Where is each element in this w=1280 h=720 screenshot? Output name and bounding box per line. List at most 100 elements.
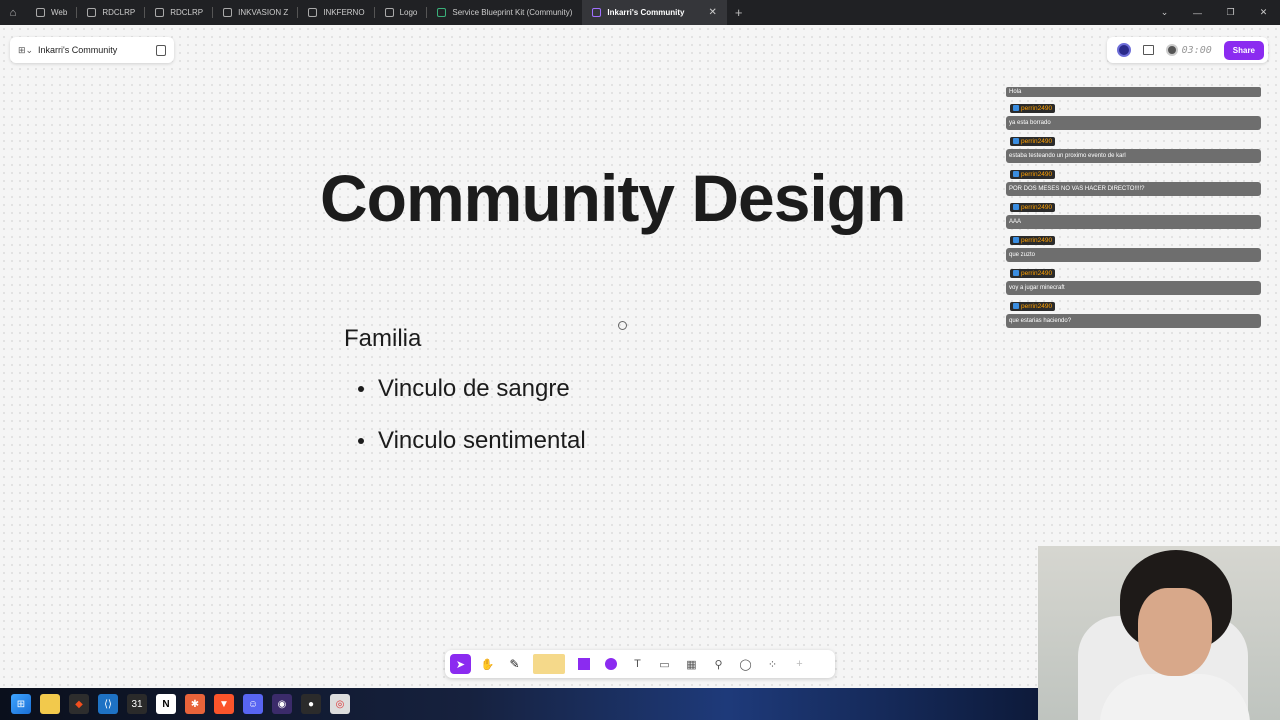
tab-label: INKFERNO [323, 8, 365, 17]
more-tools-icon[interactable]: ⁘ [762, 654, 783, 674]
file-menu: ⊞⌄ Inkarri's Community [10, 37, 174, 63]
figma-app-icon[interactable]: ◆ [69, 694, 89, 714]
section-tool-icon[interactable]: ▭ [654, 654, 675, 674]
minimize-icon[interactable]: — [1181, 0, 1214, 25]
chat-message: perrin2490 que estarias haciendo? [1006, 296, 1261, 328]
app-icon[interactable]: ✱ [185, 694, 205, 714]
chat-message: perrin2490 voy a jugar minecraft [1006, 263, 1261, 295]
webcam-feed [1038, 546, 1280, 720]
share-button[interactable]: Share [1223, 40, 1264, 60]
tab-label: INKVASION Z [238, 8, 289, 17]
chat-username: perrin2490 [1010, 136, 1056, 146]
chat-username: perrin2490 [1010, 103, 1056, 113]
chevron-down-icon[interactable]: ⌄ [1148, 0, 1181, 25]
file-explorer-icon[interactable] [40, 694, 60, 714]
bullet-icon [358, 386, 364, 392]
badge-icon [1013, 237, 1019, 243]
table-tool-icon[interactable]: ▦ [681, 654, 702, 674]
bullet-list: Vinculo de sangre Vinculo sentimental [344, 375, 586, 455]
file-name[interactable]: Inkarri's Community [38, 45, 150, 55]
chat-message: perrin2490 ya esta borrado [1006, 98, 1261, 130]
shape-tool-icon[interactable] [573, 654, 594, 674]
text-block[interactable]: Familia Vinculo de sangre Vinculo sentim… [344, 325, 586, 479]
tab-label: RDCLRP [102, 8, 136, 17]
timer-value: 03:00 [1181, 44, 1212, 56]
chat-username: perrin2490 [1010, 202, 1056, 212]
calendar-icon[interactable]: 31 [127, 694, 147, 714]
hand-tool-icon[interactable]: ✋ [477, 654, 498, 674]
chat-message: perrin2490 POR DOS MESES NO VAS HACER DIR… [1006, 164, 1261, 196]
chrome-icon[interactable]: ◎ [330, 694, 350, 714]
obs-secondary-icon[interactable]: ● [301, 694, 321, 714]
windows-start-icon[interactable]: ⊞ [11, 694, 31, 714]
figjam-toolbar: ➤ ✋ ✎ T ▭ ▦ ⚲ ◯ ⁘ + [445, 650, 835, 678]
move-tool-icon[interactable]: ➤ [450, 654, 471, 674]
stream-chat-overlay: Hola perrin2490 ya esta borrado perrin249… [1006, 87, 1261, 329]
tab-rdclrp-1[interactable]: RDCLRP [77, 0, 146, 25]
sticky-note-tool-icon[interactable] [531, 654, 567, 674]
tab-inkvasion-z[interactable]: INKVASION Z [213, 0, 299, 25]
comment-tool-icon[interactable]: ◯ [735, 654, 756, 674]
tab-inkarris-community[interactable]: Inkarri's Community ✕ [582, 0, 727, 25]
windows-taskbar: ⊞ ◆ ⟨⟩ 31 N ✱ ▼ ☺ ◉ ● ◎ [0, 688, 1038, 720]
list-item: Vinculo sentimental [358, 427, 586, 455]
figma-file-icon [87, 8, 97, 17]
notion-icon[interactable]: N [156, 694, 176, 714]
restore-icon[interactable]: ❐ [1214, 0, 1247, 25]
vscode-icon[interactable]: ⟨⟩ [98, 694, 118, 714]
list-item: Vinculo de sangre [358, 375, 586, 403]
layout-icon[interactable] [1142, 45, 1154, 55]
chat-username: perrin2490 [1010, 268, 1056, 278]
chat-username: perrin2490 [1010, 235, 1056, 245]
badge-icon [1013, 138, 1019, 144]
figjam-file-icon [437, 8, 447, 17]
loading-cursor-icon [618, 321, 627, 330]
chat-message: perrin2490 que zuzto [1006, 230, 1261, 262]
discord-icon[interactable]: ☺ [243, 694, 263, 714]
avatar[interactable] [1116, 43, 1131, 57]
tab-label: Web [51, 8, 68, 17]
browser-tab-bar: ⌂ Web RDCLRP RDCLRP INKVASION Z INKFERNO… [0, 0, 1280, 25]
chat-text: voy a jugar minecraft [1006, 281, 1261, 295]
badge-icon [1013, 204, 1019, 210]
new-tab-button[interactable]: + [727, 5, 751, 20]
chat-text: AAA [1006, 215, 1261, 229]
list-heading: Familia [344, 325, 422, 352]
connector-tool-icon[interactable] [600, 654, 621, 674]
tab-rdclrp-2[interactable]: RDCLRP [145, 0, 214, 25]
pages-icon[interactable] [156, 44, 166, 56]
tab-logo[interactable]: Logo [375, 0, 428, 25]
list-item-text: Vinculo sentimental [378, 427, 586, 454]
figma-file-icon [308, 8, 318, 17]
close-tab-icon[interactable]: ✕ [708, 7, 716, 18]
text-tool-icon[interactable]: T [627, 654, 648, 674]
chat-text: que estarias haciendo? [1006, 314, 1261, 328]
badge-icon [1013, 270, 1019, 276]
tab-label: RDCLRP [170, 8, 204, 17]
chat-message: perrin2490 estaba testeando un proximo ev… [1006, 131, 1261, 163]
timer-icon [1165, 44, 1178, 56]
chat-text: POR DOS MESES NO VAS HACER DIRECTO!!!!? [1006, 182, 1261, 196]
tab-service-blueprint[interactable]: Service Blueprint Kit (Community) [427, 0, 582, 25]
add-tool-icon[interactable]: + [789, 654, 810, 674]
timer[interactable]: 03:00 [1165, 44, 1212, 56]
tab-label: Inkarri's Community [607, 8, 685, 17]
prototype-icon [155, 8, 165, 17]
stamp-tool-icon[interactable]: ⚲ [708, 654, 729, 674]
figjam-menu-icon[interactable]: ⊞⌄ [18, 45, 33, 56]
chat-text: ya esta borrado [1006, 116, 1261, 130]
list-item-text: Vinculo de sangre [378, 375, 570, 402]
header-actions: 03:00 Share [1106, 37, 1268, 63]
obs-icon[interactable]: ◉ [272, 694, 292, 714]
figma-file-icon [36, 8, 45, 17]
pencil-tool-icon[interactable]: ✎ [504, 654, 525, 674]
tab-web[interactable]: Web [26, 0, 78, 25]
close-icon[interactable]: ✕ [1247, 0, 1280, 25]
tab-label: Logo [399, 8, 418, 17]
tab-inkferno[interactable]: INKFERNO [298, 0, 375, 25]
figma-file-icon [223, 8, 233, 17]
home-icon[interactable]: ⌂ [0, 0, 26, 25]
brave-icon[interactable]: ▼ [214, 694, 234, 714]
bullet-icon [358, 438, 364, 444]
chat-message: perrin2490 AAA [1006, 197, 1261, 229]
